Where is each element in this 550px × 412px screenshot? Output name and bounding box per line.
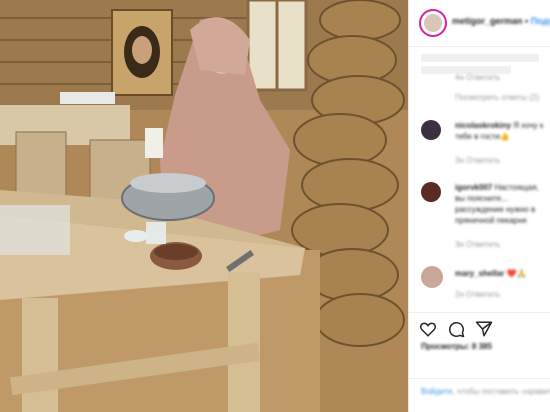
add-comment-bar: Войдите, чтобы поставить «нравится» или … — [409, 378, 550, 412]
comment-icon[interactable] — [447, 320, 465, 338]
follow-button[interactable]: Подписаться — [531, 16, 550, 26]
view-replies-link[interactable]: Посмотреть ответы (2) — [455, 93, 539, 102]
share-icon[interactable] — [475, 320, 493, 338]
comment-meta[interactable]: 2н Ответить — [455, 290, 500, 299]
author-username-line: metigor_german • Подписаться — [452, 16, 550, 26]
commenter-avatar[interactable] — [421, 182, 441, 202]
views-count: Просмотры: 8 385 — [421, 342, 492, 351]
post-header: metigor_german • Подписаться — [409, 0, 550, 47]
comment-item: 4н Ответить Посмотреть ответы (2) — [409, 48, 550, 108]
commenter-avatar[interactable] — [421, 120, 441, 140]
separator: • — [522, 16, 531, 26]
comment-meta[interactable]: 3н Ответить — [455, 240, 500, 249]
post-sidebar: metigor_german • Подписаться 4н Ответить… — [408, 0, 550, 412]
comment-meta[interactable]: 3н Ответить — [455, 156, 500, 165]
author-avatar[interactable] — [419, 9, 447, 37]
comment-item: igorvk007 Настоящая, вы поясните... расс… — [409, 176, 550, 256]
comment-meta[interactable]: 4н Ответить — [455, 73, 500, 82]
comment-item: mary_shellar ❤️🙏 2н Ответить — [409, 258, 550, 308]
heart-icon[interactable] — [419, 320, 437, 338]
login-prompt-text: , чтобы поставить «нравится» или оставит… — [452, 387, 550, 396]
commenter-username[interactable]: nicolaskrokiny — [455, 121, 511, 130]
comment-body: igorvk007 Настоящая, вы поясните... расс… — [455, 182, 547, 226]
comment-text-placeholder — [421, 54, 539, 62]
commenter-username[interactable]: mary_shellar — [455, 269, 504, 278]
comment-body: nicolaskrokiny Я хочу к тебе в гости👍 — [455, 120, 547, 142]
video-scene — [0, 0, 408, 412]
video-frame[interactable] — [0, 0, 408, 412]
commenter-username[interactable]: igorvk007 — [455, 183, 492, 192]
login-link[interactable]: Войдите — [421, 387, 452, 396]
login-prompt: Войдите, чтобы поставить «нравится» или … — [421, 387, 550, 396]
comment-item: nicolaskrokiny Я хочу к тебе в гости👍 3н… — [409, 112, 550, 174]
comment-text: ❤️🙏 — [506, 269, 527, 278]
author-username[interactable]: metigor_german — [452, 16, 523, 26]
commenter-avatar[interactable] — [421, 266, 443, 288]
comment-body: mary_shellar ❤️🙏 — [455, 268, 547, 279]
